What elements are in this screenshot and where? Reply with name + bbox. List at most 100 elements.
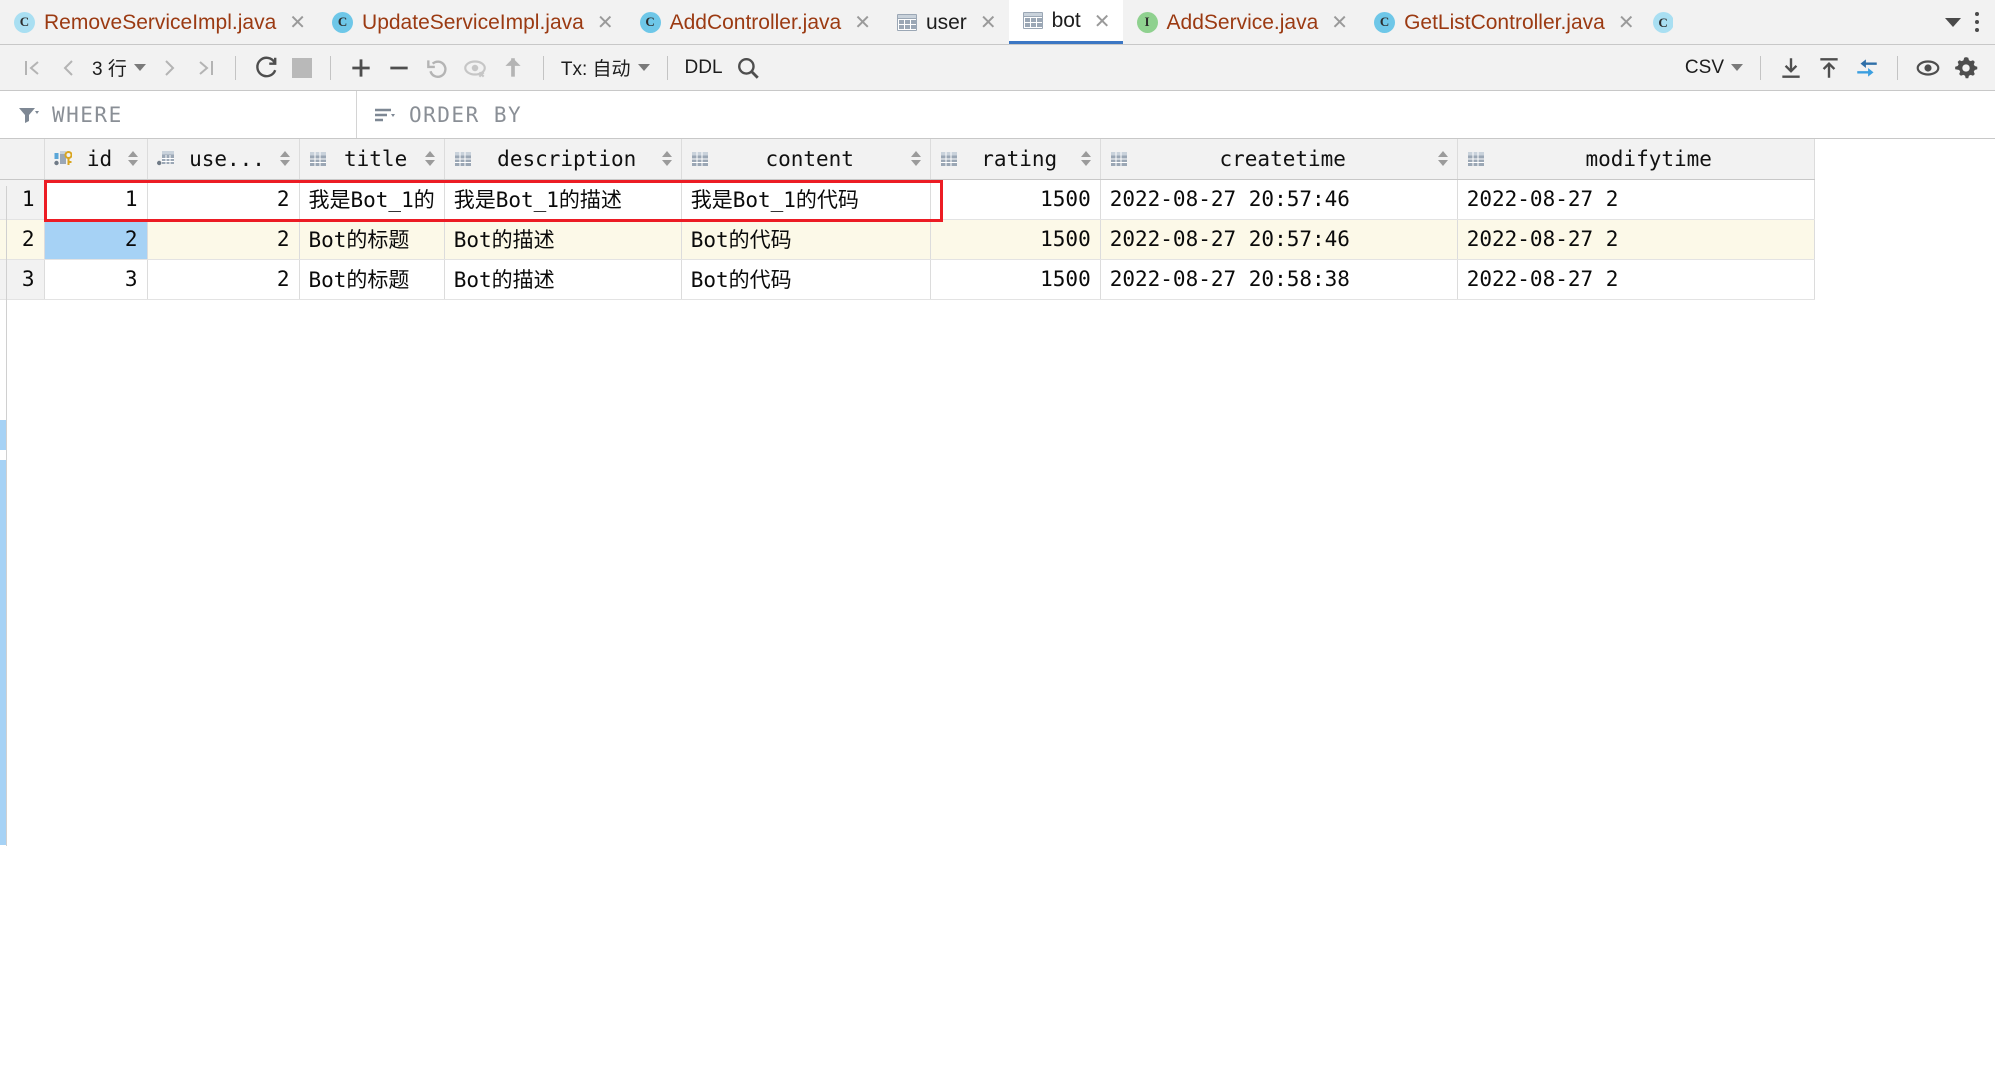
column-name: content bbox=[765, 146, 854, 171]
data-grid: id use... title description content rati… bbox=[0, 139, 1995, 300]
export-format-selector[interactable]: CSV bbox=[1679, 57, 1749, 79]
column-header-rating[interactable]: rating bbox=[930, 139, 1101, 180]
transaction-mode-selector[interactable]: Tx: 自动 bbox=[555, 54, 656, 81]
column-header-content[interactable]: content bbox=[681, 139, 931, 180]
settings-button[interactable] bbox=[1947, 51, 1985, 85]
class-icon: C bbox=[1652, 12, 1673, 33]
stop-button[interactable] bbox=[285, 51, 319, 85]
column-name: rating bbox=[981, 146, 1058, 171]
ddl-button[interactable]: DDL bbox=[679, 57, 729, 79]
interface-icon: I bbox=[1136, 11, 1158, 33]
tab-label: GetListController.java bbox=[1404, 10, 1605, 34]
cell-id[interactable]: 1 bbox=[44, 179, 148, 220]
tab-AddService[interactable]: I AddService.java ✕ bbox=[1123, 0, 1361, 44]
tab-partial-hidden[interactable]: C bbox=[1647, 0, 1673, 45]
cell-createtime[interactable]: 2022-08-27 20:58:38 bbox=[1100, 259, 1458, 300]
cell-createtime[interactable]: 2022-08-27 20:57:46 bbox=[1100, 179, 1458, 220]
tab-RemoveServiceImpl[interactable]: C RemoveServiceImpl.java ✕ bbox=[0, 0, 318, 44]
cell-modifytime[interactable]: 2022-08-27 2 bbox=[1457, 219, 1815, 260]
view-options-button[interactable] bbox=[1909, 51, 1947, 85]
sort-toggle-icon[interactable] bbox=[127, 151, 138, 167]
order-by-label: ORDER BY bbox=[409, 102, 523, 127]
toolbar-divider bbox=[666, 55, 668, 80]
close-icon[interactable]: ✕ bbox=[289, 12, 306, 32]
column-header-createtime[interactable]: createtime bbox=[1100, 139, 1458, 180]
cell-rating[interactable]: 1500 bbox=[930, 259, 1101, 300]
first-page-button[interactable] bbox=[14, 51, 50, 85]
where-filter-input[interactable]: WHERE bbox=[0, 91, 357, 138]
class-icon: C bbox=[332, 11, 354, 33]
close-icon[interactable]: ✕ bbox=[980, 12, 997, 32]
cell-title[interactable]: Bot的标题 bbox=[299, 259, 445, 300]
chevron-down-icon[interactable] bbox=[1945, 17, 1961, 27]
cell-userid[interactable]: 2 bbox=[147, 219, 300, 260]
sort-toggle-icon[interactable] bbox=[661, 151, 672, 167]
row-count-selector[interactable]: 3 行 bbox=[86, 54, 152, 81]
close-icon[interactable]: ✕ bbox=[1094, 11, 1111, 31]
column-name: title bbox=[344, 146, 408, 171]
submit-button[interactable] bbox=[494, 51, 532, 85]
column-header-title[interactable]: title bbox=[299, 139, 445, 180]
sort-toggle-icon[interactable] bbox=[1437, 151, 1448, 167]
reload-button[interactable] bbox=[247, 51, 285, 85]
column-header-userid[interactable]: use... bbox=[147, 139, 300, 180]
previous-page-button[interactable] bbox=[50, 51, 86, 85]
close-icon[interactable]: ✕ bbox=[1331, 12, 1348, 32]
next-page-button[interactable] bbox=[152, 51, 188, 85]
kebab-menu-icon[interactable] bbox=[1975, 12, 1979, 32]
cell-title[interactable]: Bot的标题 bbox=[299, 219, 445, 260]
search-button[interactable] bbox=[729, 51, 767, 85]
column-header-description[interactable]: description bbox=[444, 139, 682, 180]
cell-content[interactable]: 我是Bot_1的代码 bbox=[681, 179, 931, 220]
cell-rating[interactable]: 1500 bbox=[930, 219, 1101, 260]
tab-bot[interactable]: bot ✕ bbox=[1008, 0, 1123, 44]
cell-description[interactable]: Bot的描述 bbox=[444, 259, 682, 300]
close-icon[interactable]: ✕ bbox=[1618, 12, 1635, 32]
where-label: WHERE bbox=[52, 102, 123, 127]
cell-modifytime[interactable]: 2022-08-27 2 bbox=[1457, 259, 1815, 300]
sort-toggle-icon[interactable] bbox=[1080, 151, 1091, 167]
column-header-modifytime[interactable]: modifytime bbox=[1457, 139, 1815, 180]
order-by-filter-input[interactable]: ORDER BY bbox=[357, 91, 1995, 138]
tab-GetListController[interactable]: C GetListController.java ✕ bbox=[1360, 0, 1647, 44]
sort-toggle-icon[interactable] bbox=[424, 151, 435, 167]
column-icon bbox=[309, 151, 326, 166]
cell-description[interactable]: Bot的描述 bbox=[444, 219, 682, 260]
delete-row-button[interactable] bbox=[380, 51, 418, 85]
revert-button[interactable] bbox=[418, 51, 456, 85]
cell-createtime[interactable]: 2022-08-27 20:57:46 bbox=[1100, 219, 1458, 260]
cell-modifytime[interactable]: 2022-08-27 2 bbox=[1457, 179, 1815, 220]
cell-content[interactable]: Bot的代码 bbox=[681, 219, 931, 260]
result-table: id use... title description content rati… bbox=[0, 139, 1815, 300]
cell-content[interactable]: Bot的代码 bbox=[681, 259, 931, 300]
table-row[interactable]: 1 1 2 我是Bot_1的 我是Bot_1的描述 我是Bot_1的代码 150… bbox=[0, 179, 1815, 220]
cell-id[interactable]: 3 bbox=[44, 259, 148, 300]
cell-userid[interactable]: 2 bbox=[147, 259, 300, 300]
export-data-button[interactable] bbox=[1772, 51, 1810, 85]
cell-title[interactable]: 我是Bot_1的 bbox=[299, 179, 445, 220]
sort-toggle-icon[interactable] bbox=[910, 151, 921, 167]
toolbar-divider bbox=[329, 55, 331, 80]
sort-toggle-icon[interactable] bbox=[279, 151, 290, 167]
last-page-button[interactable] bbox=[188, 51, 224, 85]
close-icon[interactable]: ✕ bbox=[597, 12, 614, 32]
tab-user[interactable]: user ✕ bbox=[883, 0, 1009, 44]
add-row-button[interactable] bbox=[342, 51, 380, 85]
class-icon: C bbox=[1374, 11, 1396, 33]
gear-icon bbox=[1955, 56, 1978, 78]
cell-id[interactable]: 2 bbox=[44, 219, 148, 260]
cell-userid[interactable]: 2 bbox=[147, 179, 300, 220]
cell-description[interactable]: 我是Bot_1的描述 bbox=[444, 179, 682, 220]
rollback-button[interactable] bbox=[456, 51, 494, 85]
compare-button[interactable] bbox=[1848, 51, 1886, 85]
close-icon[interactable]: ✕ bbox=[854, 12, 871, 32]
tab-AddController[interactable]: C AddController.java ✕ bbox=[626, 0, 883, 44]
tab-UpdateServiceImpl[interactable]: C UpdateServiceImpl.java ✕ bbox=[318, 0, 626, 44]
column-header-id[interactable]: id bbox=[44, 139, 148, 180]
import-data-button[interactable] bbox=[1810, 51, 1848, 85]
last-page-icon bbox=[199, 60, 213, 75]
table-row[interactable]: 2 2 2 Bot的标题 Bot的描述 Bot的代码 1500 2022-08-… bbox=[0, 219, 1815, 260]
table-header-row: id use... title description content rati… bbox=[0, 139, 1815, 180]
table-row[interactable]: 3 3 2 Bot的标题 Bot的描述 Bot的代码 1500 2022-08-… bbox=[0, 259, 1815, 300]
cell-rating[interactable]: 1500 bbox=[930, 179, 1101, 220]
